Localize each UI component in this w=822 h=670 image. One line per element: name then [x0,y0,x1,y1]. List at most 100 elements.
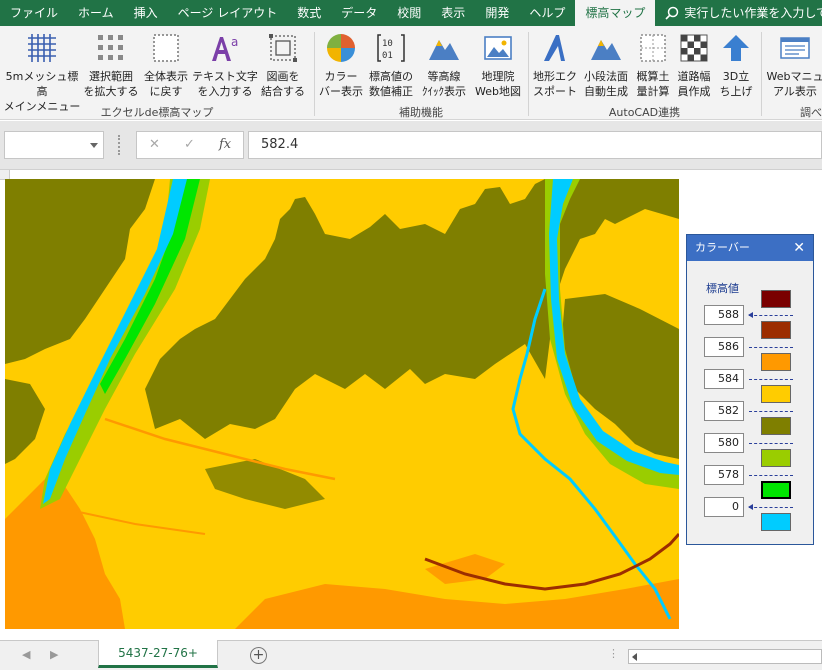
web-page-icon [780,37,810,59]
mesh-menu-button[interactable]: 5mメッシュ標高 メインメニュー [2,30,82,113]
tab-elevation-map[interactable]: 標高マップ [575,0,656,26]
ribbon-tab-bar: ファイル ホーム 挿入 ページ レイアウト 数式 データ 校閲 表示 開発 ヘル… [0,0,822,26]
ribbon-body: 5mメッシュ標高 メインメニュー 選択範囲 を拡大する 全体表示 に戻す a テ… [0,26,822,120]
tell-me-box[interactable]: 実行したい作業を入力して [655,0,822,26]
mountain-icon [429,40,459,60]
rough-calc-label: 概算土 量計算 [636,70,670,98]
swatch-1[interactable] [761,321,791,339]
contour-button[interactable]: 等高線 ｸｲｯｸ表示 [418,30,470,104]
small-section-label: 小段法面 自動生成 [584,70,628,98]
merge-figure-label: 図画を 結合する [261,70,305,98]
swatch-2[interactable] [761,353,791,371]
value-correct-button[interactable]: 10 01 標高値の 数値補正 [364,30,418,104]
tab-formulas[interactable]: 数式 [287,0,331,26]
group-excel-map-label: エクセルde標高マップ [100,106,214,119]
formula-bar: ✕ ✓ fx 582.4 [0,121,822,169]
swatch-3[interactable] [761,385,791,403]
elevation-input-2[interactable]: 584 [704,369,744,389]
elevation-input-3[interactable]: 582 [704,401,744,421]
elevation-input-1[interactable]: 586 [704,337,744,357]
elevation-input-6[interactable]: 0 [704,497,744,517]
swatch-4[interactable] [761,417,791,435]
name-box[interactable] [4,131,104,159]
horizontal-scrollbar[interactable] [628,649,822,664]
arrow-line [749,379,793,380]
close-icon[interactable]: ✕ [793,235,805,261]
elevation-input-5[interactable]: 578 [704,465,744,485]
arrow-line [749,347,793,348]
picture-icon [484,36,512,60]
merge-figure-button[interactable]: 図画を 結合する [258,30,308,104]
elevation-map[interactable] [5,179,679,629]
prev-sheet-icon[interactable]: ◀ [22,648,30,661]
colorbar-panel: カラーバー ✕ 標高値 588 586 584 582 580 578 0 [686,234,814,545]
arrow-left-icon [748,504,753,510]
formula-input[interactable]: 582.4 [248,131,822,159]
text-input-label: テキスト文字 を入力する [192,70,258,98]
colorbar-header: 標高値 [706,282,739,295]
road-width-label: 道路幅 員作成 [677,70,711,98]
rough-calc-button[interactable]: 概算土 量計算 [632,30,674,104]
elevation-input-0[interactable]: 588 [704,305,744,325]
arrow-line [749,475,793,476]
elevation-input-4[interactable]: 580 [704,433,744,453]
svg-text:01: 01 [382,51,393,61]
small-section-button[interactable]: 小段法面 自動生成 [580,30,632,104]
autocad-a-icon [544,35,565,61]
tell-me-text: 実行したい作業を入力して [684,6,822,20]
arrow-line [749,443,793,444]
tab-review[interactable]: 校閲 [387,0,431,26]
road-width-button[interactable]: 道路幅 員作成 [674,30,714,104]
grip-divider[interactable] [118,135,120,155]
web-manual-label: Webマニュ アル表示 [766,70,822,98]
excel-window: ファイル ホーム 挿入 ページ レイアウト 数式 データ 校閲 表示 開発 ヘル… [0,0,822,670]
terrain-export-button[interactable]: 地形エク スポート [530,30,580,104]
split-handle-icon[interactable]: ⋮ [608,647,619,660]
swatch-6[interactable] [761,481,791,499]
colorbar-label: カラー バー表示 [319,70,363,98]
lift3d-button[interactable]: 3D立 ち上げ [714,30,758,104]
svg-text:10: 10 [382,39,393,49]
tab-data[interactable]: データ [331,0,387,26]
sheet-tab[interactable]: 5437-27-76+ [98,640,218,668]
add-sheet-icon[interactable]: + [250,647,267,664]
colorbar-button[interactable]: カラー バー表示 [318,30,364,104]
arrow-left-icon [748,312,753,318]
grid-icon [28,34,56,62]
tab-help[interactable]: ヘルプ [519,0,575,26]
svg-text:a: a [231,35,238,49]
next-sheet-icon[interactable]: ▶ [50,648,58,661]
search-icon [665,6,679,20]
tab-home[interactable]: ホーム [68,0,124,26]
web-manual-button[interactable]: Webマニュ アル表示 [764,30,822,104]
tab-developer[interactable]: 開発 [475,0,519,26]
tab-file[interactable]: ファイル [0,0,68,26]
enter-icon[interactable]: ✓ [184,137,195,152]
swatch-7[interactable] [761,513,791,531]
cancel-icon[interactable]: ✕ [149,137,160,152]
chevron-down-icon[interactable] [90,143,98,148]
expand-selection-button[interactable]: 選択範囲 を拡大する [82,30,140,104]
expand-selection-label: 選択範囲 を拡大する [83,70,139,98]
swatch-5[interactable] [761,449,791,467]
scroll-left-icon[interactable] [632,653,637,661]
gsi-map-label: 地理院 Web地図 [475,70,521,98]
contour-label: 等高線 ｸｲｯｸ表示 [422,70,466,98]
tab-view[interactable]: 表示 [431,0,475,26]
expand-grid-icon [98,35,123,60]
group-research-label: 調べ [800,106,822,119]
formula-buttons: ✕ ✓ fx [136,131,244,159]
sheet-tab-bar: ◀ ▶ 5437-27-76+ + ⋮ [0,640,822,670]
show-all-button[interactable]: 全体表示 に戻す [140,30,192,104]
arrow-line [749,315,793,316]
value-correct-label: 標高値の 数値補正 [369,70,413,98]
show-all-label: 全体表示 に戻す [144,70,188,98]
full-view-icon [153,34,179,62]
tab-insert[interactable]: 挿入 [124,0,168,26]
tab-page-layout[interactable]: ページ レイアウト [168,0,288,26]
text-input-button[interactable]: a テキスト文字 を入力する [192,30,258,104]
swatch-0[interactable] [761,290,791,308]
gsi-map-button[interactable]: 地理院 Web地図 [470,30,526,104]
fx-icon[interactable]: fx [219,137,231,152]
checker-icon [680,34,708,62]
